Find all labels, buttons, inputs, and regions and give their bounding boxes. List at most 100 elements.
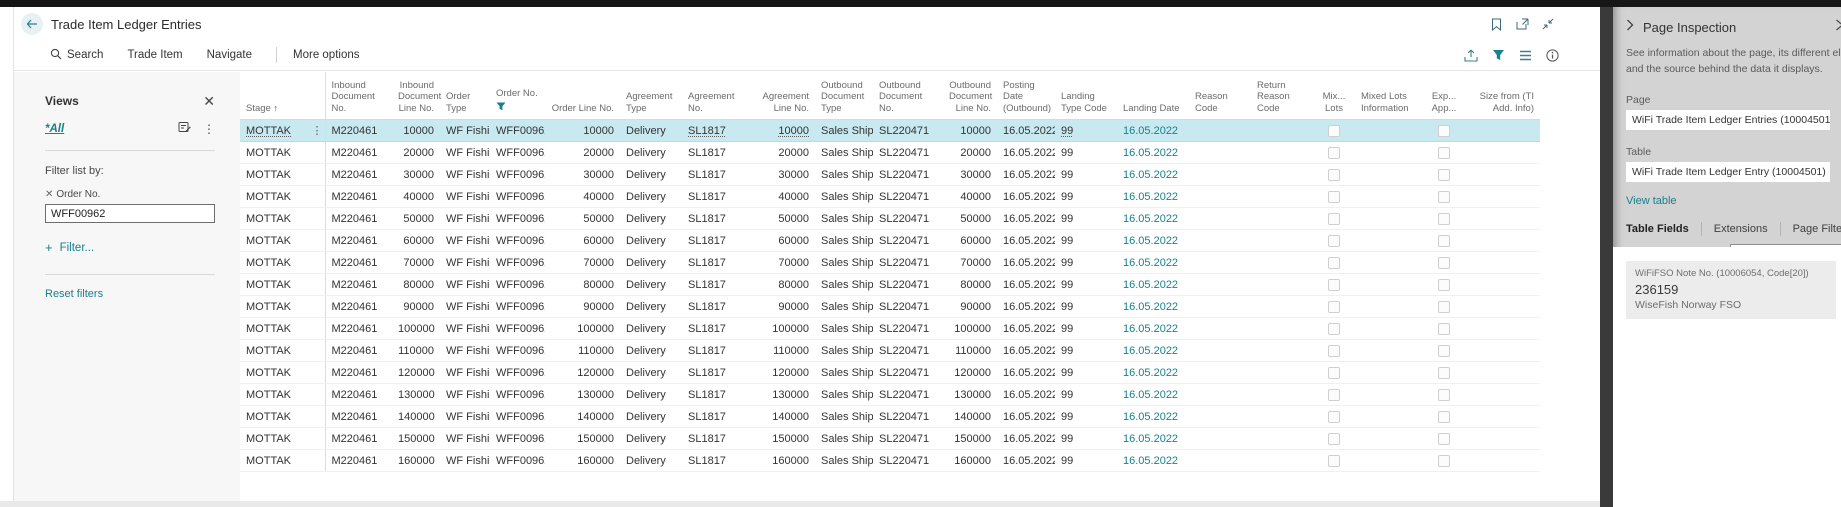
table-row[interactable]: MOTTAKM220461120000WF Fishing ...WFF0096… (240, 362, 1540, 384)
cell-mix_lots[interactable] (1313, 384, 1355, 406)
cell-agreement_no[interactable]: SL1817 (682, 230, 747, 252)
cell-landing_type_code[interactable]: 99 (1055, 296, 1117, 318)
cell-outbound_document_no[interactable]: SL220471 (873, 120, 943, 142)
cell-size_from_ti_add_info[interactable] (1465, 208, 1540, 230)
cell-agreement_line_no[interactable]: 120000 (747, 362, 815, 384)
cell-outbound_document_no[interactable]: SL220471 (873, 186, 943, 208)
cell-posting_date_outbound[interactable]: 16.05.2022 (997, 120, 1055, 142)
cell-landing_date[interactable]: 16.05.2022 (1117, 252, 1189, 274)
mix-lots-checkbox[interactable] (1328, 323, 1340, 335)
cell-return_reason_code[interactable] (1251, 208, 1313, 230)
exp-app-checkbox[interactable] (1438, 433, 1450, 445)
cell-return_reason_code[interactable] (1251, 406, 1313, 428)
cell-outbound_document_no[interactable]: SL220471 (873, 208, 943, 230)
cell-exp_app[interactable] (1423, 340, 1465, 362)
cell-mix_lots[interactable] (1313, 406, 1355, 428)
cell-order_line_no[interactable]: 120000 (545, 362, 620, 384)
cell-stage[interactable]: MOTTAK (240, 164, 325, 186)
table-row[interactable]: MOTTAKM220461140000WF Fishing ...WFF0096… (240, 406, 1540, 428)
cell-inbound_document_no[interactable]: M220461 (325, 296, 392, 318)
cell-reason_code[interactable] (1189, 340, 1251, 362)
cell-agreement_no[interactable]: SL1817 (682, 428, 747, 450)
cell-agreement_type[interactable]: Delivery (620, 186, 682, 208)
cell-agreement_type[interactable]: Delivery (620, 384, 682, 406)
cell-size_from_ti_add_info[interactable] (1465, 274, 1540, 296)
cell-return_reason_code[interactable] (1251, 362, 1313, 384)
cell-reason_code[interactable] (1189, 142, 1251, 164)
cell-mix_lots[interactable] (1313, 362, 1355, 384)
cell-landing_date[interactable]: 16.05.2022 (1117, 230, 1189, 252)
cell-agreement_type[interactable]: Delivery (620, 120, 682, 142)
cell-outbound_document_line_no[interactable]: 40000 (943, 186, 997, 208)
cell-order_line_no[interactable]: 150000 (545, 428, 620, 450)
list-view-icon[interactable] (1517, 47, 1533, 63)
open-in-new-window-icon[interactable] (1514, 16, 1530, 32)
column-header-inbound_document_no[interactable]: Inbound Document No. (325, 72, 392, 120)
cell-exp_app[interactable] (1423, 208, 1465, 230)
cell-agreement_type[interactable]: Delivery (620, 318, 682, 340)
column-header-order_no[interactable]: Order No. (490, 72, 545, 120)
cell-return_reason_code[interactable] (1251, 230, 1313, 252)
cell-order_no[interactable]: WFF00962 (490, 362, 545, 384)
cell-outbound_document_type[interactable]: Sales Ship... (815, 274, 873, 296)
cell-agreement_line_no[interactable]: 110000 (747, 340, 815, 362)
cell-inbound_document_no[interactable]: M220461 (325, 406, 392, 428)
collapse-icon[interactable] (1540, 16, 1556, 32)
tab-extensions[interactable]: Extensions (1714, 223, 1768, 235)
cell-posting_date_outbound[interactable]: 16.05.2022 (997, 142, 1055, 164)
cell-agreement_line_no[interactable]: 160000 (747, 450, 815, 472)
remove-filter-icon[interactable]: ✕ (45, 189, 53, 200)
cell-inbound_document_line_no[interactable]: 70000 (392, 252, 440, 274)
cell-inbound_document_no[interactable]: M220461 (325, 340, 392, 362)
exp-app-checkbox[interactable] (1438, 191, 1450, 203)
cell-exp_app[interactable] (1423, 384, 1465, 406)
cell-reason_code[interactable] (1189, 296, 1251, 318)
cell-reason_code[interactable] (1189, 428, 1251, 450)
cell-agreement_no[interactable]: SL1817 (682, 142, 747, 164)
cell-posting_date_outbound[interactable]: 16.05.2022 (997, 296, 1055, 318)
cell-exp_app[interactable] (1423, 142, 1465, 164)
cell-inbound_document_line_no[interactable]: 110000 (392, 340, 440, 362)
table-row[interactable]: MOTTAKM220461110000WF Fishing ...WFF0096… (240, 340, 1540, 362)
cell-agreement_line_no[interactable]: 100000 (747, 318, 815, 340)
cell-order_type[interactable]: WF Fishing ... (440, 208, 490, 230)
cell-landing_date[interactable]: 16.05.2022 (1117, 450, 1189, 472)
cell-size_from_ti_add_info[interactable] (1465, 230, 1540, 252)
cell-outbound_document_no[interactable]: SL220471 (873, 164, 943, 186)
mix-lots-checkbox[interactable] (1328, 213, 1340, 225)
cell-mix_lots[interactable] (1313, 450, 1355, 472)
cell-order_type[interactable]: WF Fishing ... (440, 164, 490, 186)
cell-stage[interactable]: MOTTAK (240, 428, 325, 450)
column-header-posting_date_outbound[interactable]: Posting Date (Outbound) (997, 72, 1055, 120)
cell-reason_code[interactable] (1189, 230, 1251, 252)
exp-app-checkbox[interactable] (1438, 367, 1450, 379)
cell-order_no[interactable]: WFF00962 (490, 186, 545, 208)
cell-mix_lots[interactable] (1313, 318, 1355, 340)
cell-stage[interactable]: MOTTAK (240, 208, 325, 230)
cell-order_line_no[interactable]: 60000 (545, 230, 620, 252)
column-header-mix_lots[interactable]: Mix... Lots (1313, 72, 1355, 120)
cell-order_type[interactable]: WF Fishing ... (440, 318, 490, 340)
cell-inbound_document_line_no[interactable]: 100000 (392, 318, 440, 340)
view-table-link[interactable]: View table (1613, 182, 1841, 207)
cell-mix_lots[interactable] (1313, 120, 1355, 142)
cell-landing_type_code[interactable]: 99 (1055, 252, 1117, 274)
cell-agreement_no[interactable]: SL1817 (682, 318, 747, 340)
cell-agreement_type[interactable]: Delivery (620, 252, 682, 274)
cell-landing_date[interactable]: 16.05.2022 (1117, 142, 1189, 164)
cell-posting_date_outbound[interactable]: 16.05.2022 (997, 274, 1055, 296)
cell-inbound_document_no[interactable]: M220461 (325, 164, 392, 186)
cell-return_reason_code[interactable] (1251, 164, 1313, 186)
cell-landing_type_code[interactable]: 99 (1055, 340, 1117, 362)
cell-landing_date[interactable]: 16.05.2022 (1117, 296, 1189, 318)
cell-outbound_document_line_no[interactable]: 70000 (943, 252, 997, 274)
cell-agreement_no[interactable]: SL1817 (682, 164, 747, 186)
cell-agreement_line_no[interactable]: 80000 (747, 274, 815, 296)
cell-reason_code[interactable] (1189, 274, 1251, 296)
exp-app-checkbox[interactable] (1438, 301, 1450, 313)
cell-return_reason_code[interactable] (1251, 274, 1313, 296)
cell-outbound_document_type[interactable]: Sales Ship... (815, 186, 873, 208)
cell-inbound_document_line_no[interactable]: 90000 (392, 296, 440, 318)
table-row[interactable]: MOTTAKM220461150000WF Fishing ...WFF0096… (240, 428, 1540, 450)
cell-reason_code[interactable] (1189, 450, 1251, 472)
